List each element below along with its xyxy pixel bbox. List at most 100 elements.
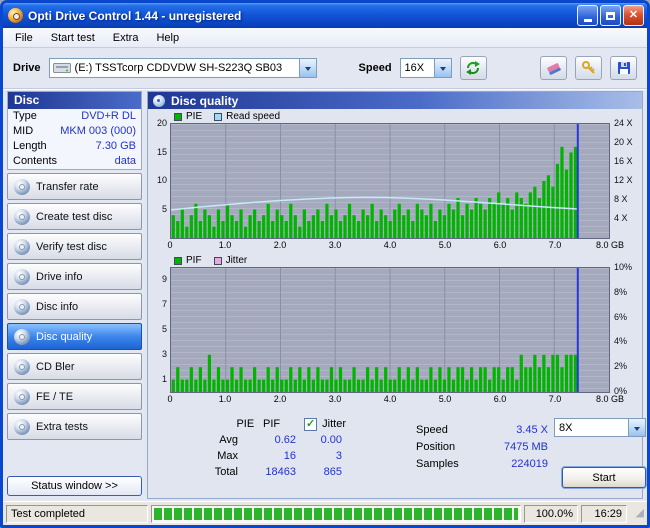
speed-select-value: 16X [404,62,425,74]
scan-speed-select-arrow[interactable] [628,419,645,436]
axis-tick-label: 8 X [614,194,628,204]
axis-tick-label: 5 [161,203,167,214]
sidebar-item-extra-tests[interactable]: Extra tests [7,413,142,440]
cd-bler-icon [14,358,30,375]
sidebar-item-label: Transfer rate [36,180,99,193]
axis-tick-label: 1.0 [218,240,232,250]
menu-start-test[interactable]: Start test [42,30,104,46]
scan-controls: 8X Start [548,416,647,498]
sidebar-item-verify-test-disc[interactable]: Verify test disc [7,233,142,260]
resize-grip[interactable]: ◢ [630,508,644,519]
axis-tick-label: 5.0 [438,394,452,404]
drive-select[interactable]: (E:) TSSTcorp CDDVDW SH-S223Q SB03 [48,58,317,78]
axis-tick-label: 7.0 [548,394,562,404]
read-speed-legend-swatch [214,112,223,121]
pif-legend-label: PIF [186,255,202,266]
drive-select-value: (E:) TSSTcorp CDDVDW SH-S223Q SB03 [74,62,283,74]
panel-header: Disc quality [148,92,642,109]
speed-label: Speed [358,62,392,74]
type-label: Type [13,110,37,122]
pie-column-header: PIE [236,418,255,430]
axis-tick-label: 20 [156,118,167,128]
axis-tick-label: 2.0 [273,394,287,404]
maximize-button[interactable] [600,5,621,26]
axis-tick-label: 1 [161,373,167,384]
pif-chart-plot [170,267,610,393]
sidebar-item-disc-quality[interactable]: Disc quality [7,323,142,350]
scan-stats: Speed 3.45 X Position 7475 MB Samples 22… [416,416,548,498]
speed-row: Speed 3.45 X [416,421,548,438]
jitter-checkbox[interactable] [304,417,318,431]
axis-tick-label: 15 [156,146,167,157]
menu-file[interactable]: File [6,30,42,46]
total-pie-value: 18463 [265,466,296,478]
axis-tick-label: 12 X [614,175,633,185]
clock-text: 16:29 [581,504,627,523]
axis-tick-label: 0 [167,394,173,404]
close-button[interactable]: ✕ [623,5,644,26]
total-pif-value: 865 [323,466,342,478]
drive-info-icon [14,268,30,285]
pie-legend-label: PIE [186,111,203,122]
position-row: Position 7475 MB [416,438,548,455]
position-value: 7475 MB [503,440,548,453]
sidebar-item-cd-bler[interactable]: CD Bler [7,353,142,380]
drive-select-arrow[interactable] [298,59,316,77]
license-key-button[interactable] [575,56,602,80]
pie-legend-swatch [174,112,182,121]
jitter-legend-swatch [213,256,222,265]
disc-length-row: Length 7.30 GB [8,139,141,154]
content-area: Disc Type DVD+R DL MID MKM 003 (000) Len… [3,89,647,501]
sidebar-item-drive-info[interactable]: Drive info [7,263,142,290]
create-test-disc-icon [14,208,30,225]
sidebar-item-create-test-disc[interactable]: Create test disc [7,203,142,230]
pif-chart-row: 97531 10% 8% 6% 4% 2% 0% [148,262,642,396]
minimize-button[interactable] [577,5,598,26]
axis-tick-label: 6.0 [493,240,507,250]
transfer-rate-icon [14,178,30,195]
disc-info-panel: Disc Type DVD+R DL MID MKM 003 (000) Len… [7,91,142,170]
menu-extra[interactable]: Extra [104,30,148,46]
titlebar[interactable]: Opti Drive Control 1.44 - unregistered ✕ [3,3,647,28]
pif-jitter-chart [171,268,579,392]
speed-select-arrow[interactable] [433,59,451,77]
pie-left-axis: 20 15 10 5 [148,118,170,239]
axis-tick-label: 7 [161,299,167,310]
sidebar-item-transfer-rate[interactable]: Transfer rate [7,173,142,200]
axis-tick-label: 20 X [614,137,633,147]
sidebar-item-label: Drive info [36,270,83,283]
main-panel: Disc quality PIE Read speed 20 15 10 5 24 X… [147,91,646,499]
scan-speed-select[interactable]: 8X [554,418,646,437]
pie-right-axis: 24 X 20 X 16 X 12 X 8 X 4 X [610,118,642,239]
sidebar-item-disc-info[interactable]: Disc info [7,293,142,320]
axis-tick-label: 10 [156,175,167,185]
axis-tick-label: 3 [161,348,167,359]
app-icon [8,8,23,23]
pie-x-axis: 0 1.0 2.0 3.0 4.0 5.0 6.0 7.0 8.0 GB [167,240,624,253]
close-icon: ✕ [628,9,639,21]
disc-section-header: Disc [8,92,141,109]
axis-tick-label: 8% [614,286,628,297]
menu-help[interactable]: Help [147,30,188,46]
drive-label: Drive [13,62,41,74]
status-window-button[interactable]: Status window >> [7,476,142,496]
drive-icon [52,62,71,74]
erase-disc-button[interactable] [540,56,567,80]
speed-select[interactable]: 16X [399,58,452,78]
refresh-icon [466,61,481,75]
pif-column-header: PIF [263,418,281,430]
sidebar-item-fe-te[interactable]: FE / TE [7,383,142,410]
save-results-button[interactable] [610,56,637,80]
progress-bar [151,504,521,523]
start-button[interactable]: Start [562,467,646,488]
stats-area: PIE PIF Jitter Avg 0.62 0.00 Max [148,407,646,498]
chevron-down-icon [304,67,311,74]
minimize-icon [583,19,592,22]
refresh-speeds-button[interactable] [459,56,487,80]
jitter-checkbox-label: Jitter [322,418,346,430]
read-speed-legend-label: Read speed [226,111,281,122]
disc-mid-row: MID MKM 003 (000) [8,124,141,139]
samples-row: Samples 224019 [416,455,548,472]
contents-value: data [114,155,136,167]
maximize-icon [606,11,615,20]
